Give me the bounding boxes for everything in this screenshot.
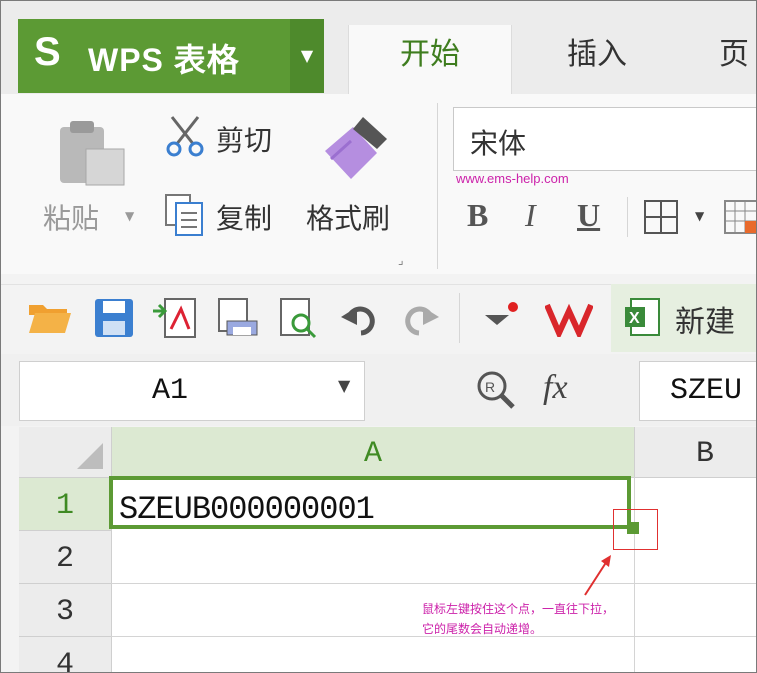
underline-button[interactable]: U	[577, 197, 600, 234]
font-separator	[627, 197, 628, 237]
row-gridline	[111, 583, 756, 584]
svg-text:R: R	[485, 379, 495, 395]
scissors-icon[interactable]	[164, 115, 206, 157]
select-all-corner[interactable]	[19, 427, 112, 478]
save-icon[interactable]	[93, 297, 135, 339]
clipboard-dialog-launcher-icon[interactable]: ⌟	[398, 253, 404, 267]
format-painter-label[interactable]: 格式刷	[306, 197, 390, 237]
column-gridline	[634, 477, 635, 672]
cut-label[interactable]: 剪切	[216, 119, 272, 159]
undo-icon[interactable]	[341, 301, 379, 337]
new-sheet-icon: X	[625, 298, 660, 336]
tab-home[interactable]: 开始	[348, 25, 512, 94]
formula-input[interactable]: SZEU	[639, 361, 756, 421]
copy-icon[interactable]	[164, 193, 206, 237]
annotation-arrow-icon	[584, 555, 611, 596]
screenshot-frame: S WPS 表格 ▼ 开始 插入 页 粘贴 ▼ 剪切 复制 格式刷 ⌟ 宋体 w…	[0, 0, 757, 673]
active-cell-selection	[109, 476, 631, 529]
tab-insert[interactable]: 插入	[567, 25, 647, 94]
font-name-value: 宋体	[470, 127, 527, 160]
watermark-text: www.ems-help.com	[456, 171, 569, 186]
annotation-line-2: 它的尾数会自动递增。	[422, 622, 543, 636]
print-preview-icon[interactable]	[213, 297, 259, 339]
redo-icon[interactable]	[401, 301, 439, 337]
zoom-search-icon[interactable]: R	[475, 369, 517, 411]
print-icon[interactable]	[275, 297, 321, 339]
insert-function-button[interactable]: fx	[543, 369, 568, 407]
wps-menu-button[interactable]: S WPS 表格	[18, 19, 290, 93]
paste-label[interactable]: 粘贴	[43, 197, 99, 237]
bold-button[interactable]: B	[467, 197, 488, 234]
border-dropdown-icon[interactable]: ▼	[695, 209, 704, 223]
fill-handle[interactable]	[627, 522, 639, 534]
name-box-dropdown-icon[interactable]: ▼	[338, 376, 350, 395]
row-header-4[interactable]: 4	[19, 637, 112, 672]
border-icon[interactable]	[643, 199, 679, 235]
tab-page-layout[interactable]: 页	[719, 25, 756, 94]
open-folder-icon[interactable]	[27, 297, 73, 337]
new-label: 新建	[675, 305, 735, 340]
format-painter-icon[interactable]	[323, 113, 391, 183]
annotation-line-1: 鼠标左键按住这个点，一直往下拉，	[422, 602, 615, 616]
app-title: WPS 表格	[88, 42, 240, 78]
wps-logo-icon[interactable]	[545, 301, 593, 337]
name-box[interactable]: A1 ▼	[19, 361, 365, 421]
row-header-1[interactable]: 1	[19, 478, 112, 531]
formula-input-value: SZEU	[670, 374, 743, 408]
wps-logo-icon: S	[34, 30, 61, 74]
paste-dropdown-icon[interactable]: ▼	[125, 209, 134, 223]
fill-color-icon[interactable]	[723, 199, 757, 235]
copy-label[interactable]: 复制	[216, 197, 272, 237]
column-header-b[interactable]: B	[635, 427, 756, 478]
toolbar-separator	[459, 293, 460, 343]
annotation-note: 鼠标左键按住这个点，一直往下拉， 它的尾数会自动递增。	[422, 599, 614, 639]
font-name-select[interactable]: 宋体	[453, 107, 756, 171]
ribbon-separator	[437, 103, 438, 269]
name-box-value: A1	[152, 374, 189, 408]
caret-down-icon: ▼	[300, 46, 314, 65]
select-all-triangle-icon	[77, 443, 103, 469]
wps-menu-dropdown[interactable]: ▼	[290, 19, 324, 93]
export-pdf-icon[interactable]	[151, 297, 201, 339]
column-header-a[interactable]: A	[112, 427, 635, 478]
paste-icon[interactable]	[56, 119, 128, 189]
row-header-2[interactable]: 2	[19, 531, 112, 584]
customize-toolbar-icon[interactable]	[481, 301, 521, 331]
row-header-3[interactable]: 3	[19, 584, 112, 637]
italic-button[interactable]: I	[525, 197, 536, 234]
svg-text:X: X	[629, 310, 640, 327]
